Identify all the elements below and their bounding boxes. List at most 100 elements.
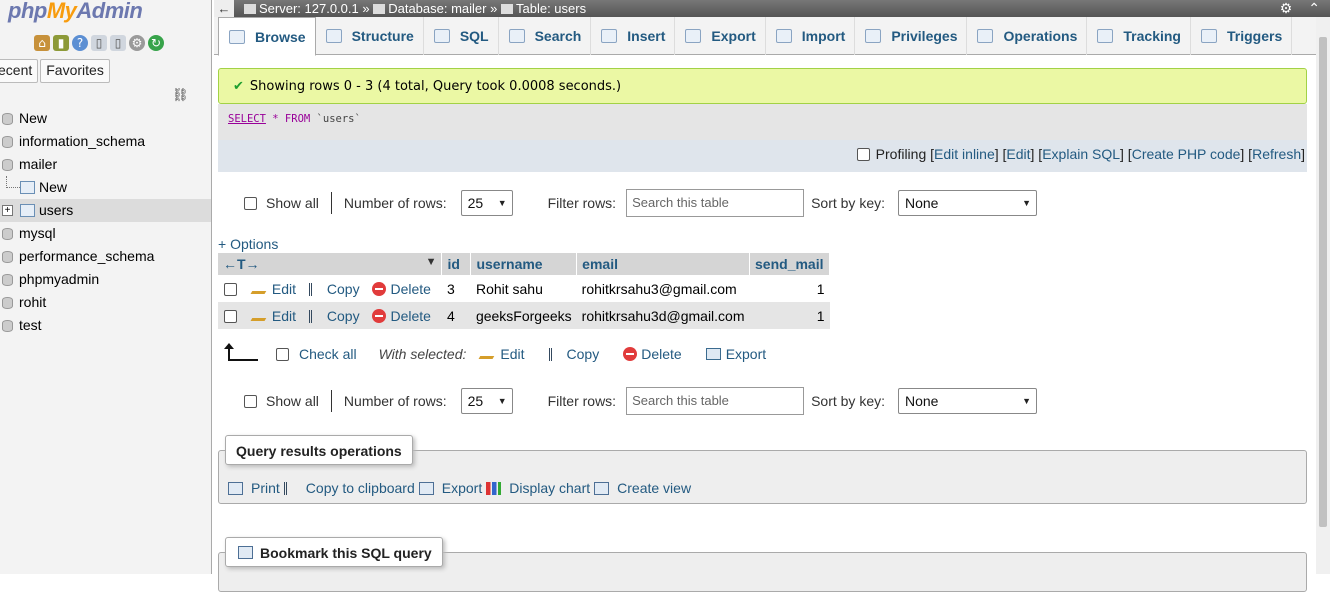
logout-icon[interactable]: ▮ bbox=[53, 35, 69, 51]
home-icon[interactable]: ⌂ bbox=[34, 35, 50, 51]
number-of-rows-label: Number of rows: bbox=[343, 393, 447, 409]
row-delete-link[interactable]: Delete bbox=[372, 281, 431, 297]
phpmyadmin-logo[interactable]: phpMyAdmin bbox=[8, 0, 143, 24]
tab-triggers[interactable]: Triggers bbox=[1191, 17, 1293, 55]
tree-item-information-schema[interactable]: information_schema bbox=[0, 130, 211, 153]
tab-tracking[interactable]: Tracking bbox=[1087, 17, 1191, 55]
filter-rows-input[interactable]: Search this table bbox=[626, 387, 805, 415]
tab-sql[interactable]: SQL bbox=[424, 17, 499, 55]
row-checkbox[interactable] bbox=[224, 309, 237, 323]
copy-label: Copy bbox=[326, 280, 360, 297]
success-message: ✔ Showing rows 0 - 3 (4 total, Query took… bbox=[218, 68, 1307, 104]
bookmark-legend[interactable]: Bookmark this SQL query bbox=[225, 537, 443, 567]
gear-icon[interactable]: ⚙ bbox=[129, 35, 145, 51]
tree-item-test[interactable]: test bbox=[0, 314, 211, 337]
tab-search[interactable]: Search bbox=[499, 17, 592, 55]
row-copy-link[interactable]: Copy bbox=[308, 308, 360, 324]
check-all-label[interactable]: Check all bbox=[299, 346, 357, 362]
check-all-checkbox[interactable] bbox=[276, 347, 289, 361]
sort-by-key-select[interactable]: None ▼ bbox=[898, 388, 1037, 414]
docs2-icon[interactable]: ▯ bbox=[110, 35, 126, 51]
export-link[interactable]: Export bbox=[442, 480, 482, 496]
tab-browse[interactable]: Browse bbox=[218, 17, 316, 56]
bulk-export-link[interactable]: Export bbox=[705, 346, 766, 362]
edit-link[interactable]: Edit bbox=[1006, 146, 1030, 162]
expand-icon[interactable]: + bbox=[2, 205, 13, 216]
display-chart-link[interactable]: Display chart bbox=[509, 480, 590, 496]
checkmark-icon: ✔ bbox=[233, 79, 244, 94]
bulk-edit-link[interactable]: Edit bbox=[478, 346, 525, 362]
bulk-copy-link[interactable]: Copy bbox=[548, 346, 599, 362]
page-scrollbar[interactable] bbox=[1316, 17, 1330, 574]
number-of-rows-select[interactable]: 25 ▼ bbox=[460, 190, 513, 216]
profiling-checkbox[interactable] bbox=[856, 148, 870, 161]
explain-sql-link[interactable]: Explain SQL bbox=[1042, 146, 1120, 162]
query-results-operations-links: Print Copy to clipboard Export Display c… bbox=[228, 480, 691, 496]
filter-rows-input[interactable]: Search this table bbox=[626, 189, 805, 217]
tab-structure[interactable]: Structure bbox=[316, 17, 424, 55]
help-icon[interactable]: ? bbox=[72, 35, 88, 51]
tab-import[interactable]: Import bbox=[766, 17, 856, 55]
show-all-checkbox[interactable] bbox=[244, 394, 257, 408]
row-edit-link[interactable]: Edit bbox=[250, 308, 296, 324]
column-nav-arrows-icon[interactable]: ←T→ bbox=[223, 256, 260, 272]
sort-by-key-select[interactable]: None ▼ bbox=[898, 190, 1037, 216]
row-actions: Edit Copy Delete bbox=[218, 302, 442, 329]
tab-operations[interactable]: Operations bbox=[967, 17, 1088, 55]
settings-gear-icon[interactable]: ⚙ bbox=[1280, 0, 1293, 17]
tree-item-mysql[interactable]: mysql bbox=[0, 222, 211, 245]
cell-username[interactable]: geeksForgeeks bbox=[470, 302, 577, 329]
show-all-checkbox[interactable] bbox=[244, 196, 257, 210]
cell-email[interactable]: rohitkrsahu3d@gmail.com bbox=[576, 302, 750, 329]
cell-username[interactable]: Rohit sahu bbox=[471, 275, 577, 302]
triggers-icon bbox=[1200, 29, 1217, 43]
cell-id[interactable]: 3 bbox=[442, 275, 471, 302]
cell-email[interactable]: rohitkrsahu3@gmail.com bbox=[577, 275, 750, 302]
row-edit-link[interactable]: Edit bbox=[250, 281, 296, 297]
row-checkbox[interactable] bbox=[224, 282, 237, 296]
tab-privileges[interactable]: Privileges bbox=[855, 17, 968, 55]
tree-item-mailer-new[interactable]: New bbox=[0, 176, 211, 199]
tree-item-new[interactable]: New bbox=[0, 107, 211, 130]
docs-icon[interactable]: ▯ bbox=[91, 35, 107, 51]
tree-item-performance-schema[interactable]: performance_schema bbox=[0, 245, 211, 268]
row-copy-link[interactable]: Copy bbox=[308, 280, 360, 297]
collapse-nav-icon[interactable]: ← bbox=[214, 0, 234, 17]
scrollbar-thumb[interactable] bbox=[1319, 37, 1327, 527]
refresh-link[interactable]: Refresh bbox=[1252, 146, 1301, 162]
column-header-email[interactable]: email bbox=[576, 253, 751, 275]
breadcrumb-table[interactable]: Table: users bbox=[516, 1, 586, 16]
caret-down-icon[interactable]: ▼ bbox=[426, 256, 437, 268]
breadcrumb-server[interactable]: Server: 127.0.0.1 bbox=[259, 1, 359, 16]
bulk-delete-link[interactable]: Delete bbox=[623, 346, 682, 362]
tree-item-users[interactable]: + users bbox=[0, 199, 211, 222]
recent-tab[interactable]: ecent bbox=[0, 59, 39, 83]
sql-select-keyword[interactable]: SELECT bbox=[228, 113, 266, 125]
create-php-code-link[interactable]: Create PHP code bbox=[1132, 146, 1241, 162]
tree-item-rohit[interactable]: rohit bbox=[0, 291, 211, 314]
row-delete-link[interactable]: Delete bbox=[372, 308, 431, 324]
column-header-send-mail[interactable]: send_mail bbox=[749, 253, 831, 275]
tab-label: Operations bbox=[1003, 28, 1078, 44]
reload-icon[interactable]: ↻ bbox=[148, 35, 164, 51]
tree-item-mailer[interactable]: mailer bbox=[0, 153, 211, 176]
column-header-username[interactable]: username bbox=[470, 253, 578, 275]
tab-export[interactable]: Export bbox=[675, 17, 766, 55]
collapse-top-icon[interactable]: ⌃ bbox=[1308, 0, 1320, 17]
column-header-id[interactable]: id bbox=[441, 253, 472, 275]
create-view-link[interactable]: Create view bbox=[617, 480, 691, 496]
link-icon[interactable]: ⛓ bbox=[172, 88, 189, 103]
options-link[interactable]: + Options bbox=[218, 236, 278, 252]
number-of-rows-select[interactable]: 25 ▼ bbox=[460, 388, 513, 414]
delete-icon bbox=[372, 281, 387, 296]
edit-inline-link[interactable]: Edit inline bbox=[934, 146, 995, 162]
favorites-tab[interactable]: Favorites bbox=[40, 59, 110, 83]
cell-send-mail[interactable]: 1 bbox=[749, 302, 830, 329]
cell-send-mail[interactable]: 1 bbox=[750, 275, 830, 302]
breadcrumb-database[interactable]: Database: mailer bbox=[388, 1, 486, 16]
cell-id[interactable]: 4 bbox=[441, 302, 471, 329]
print-link[interactable]: Print bbox=[251, 480, 280, 496]
copy-to-clipboard-link[interactable]: Copy to clipboard bbox=[306, 480, 415, 496]
tree-item-phpmyadmin[interactable]: phpmyadmin bbox=[0, 268, 211, 291]
tab-insert[interactable]: Insert bbox=[591, 17, 676, 55]
